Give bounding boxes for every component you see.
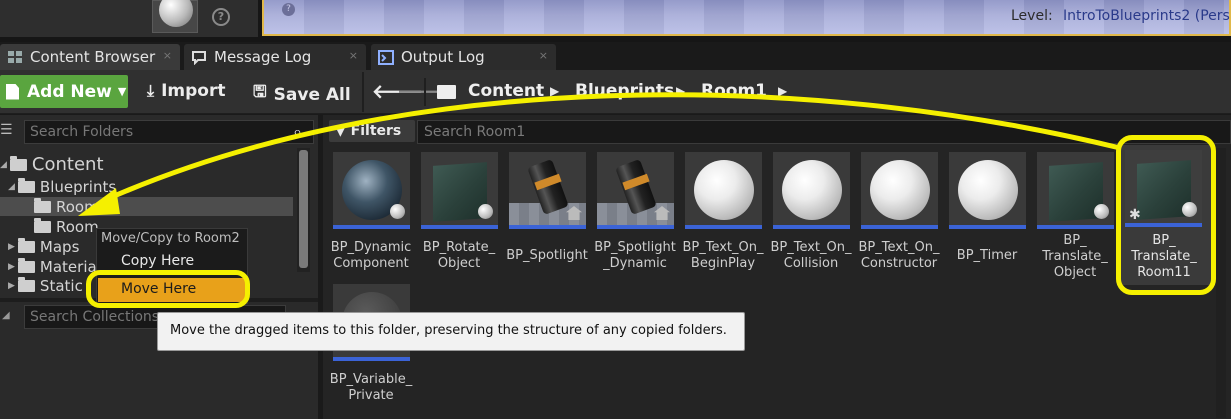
annotation-highlight-selected-asset [1116,135,1216,295]
annotation-arrow [78,92,1121,216]
annotation-highlight-move-here [86,270,250,308]
